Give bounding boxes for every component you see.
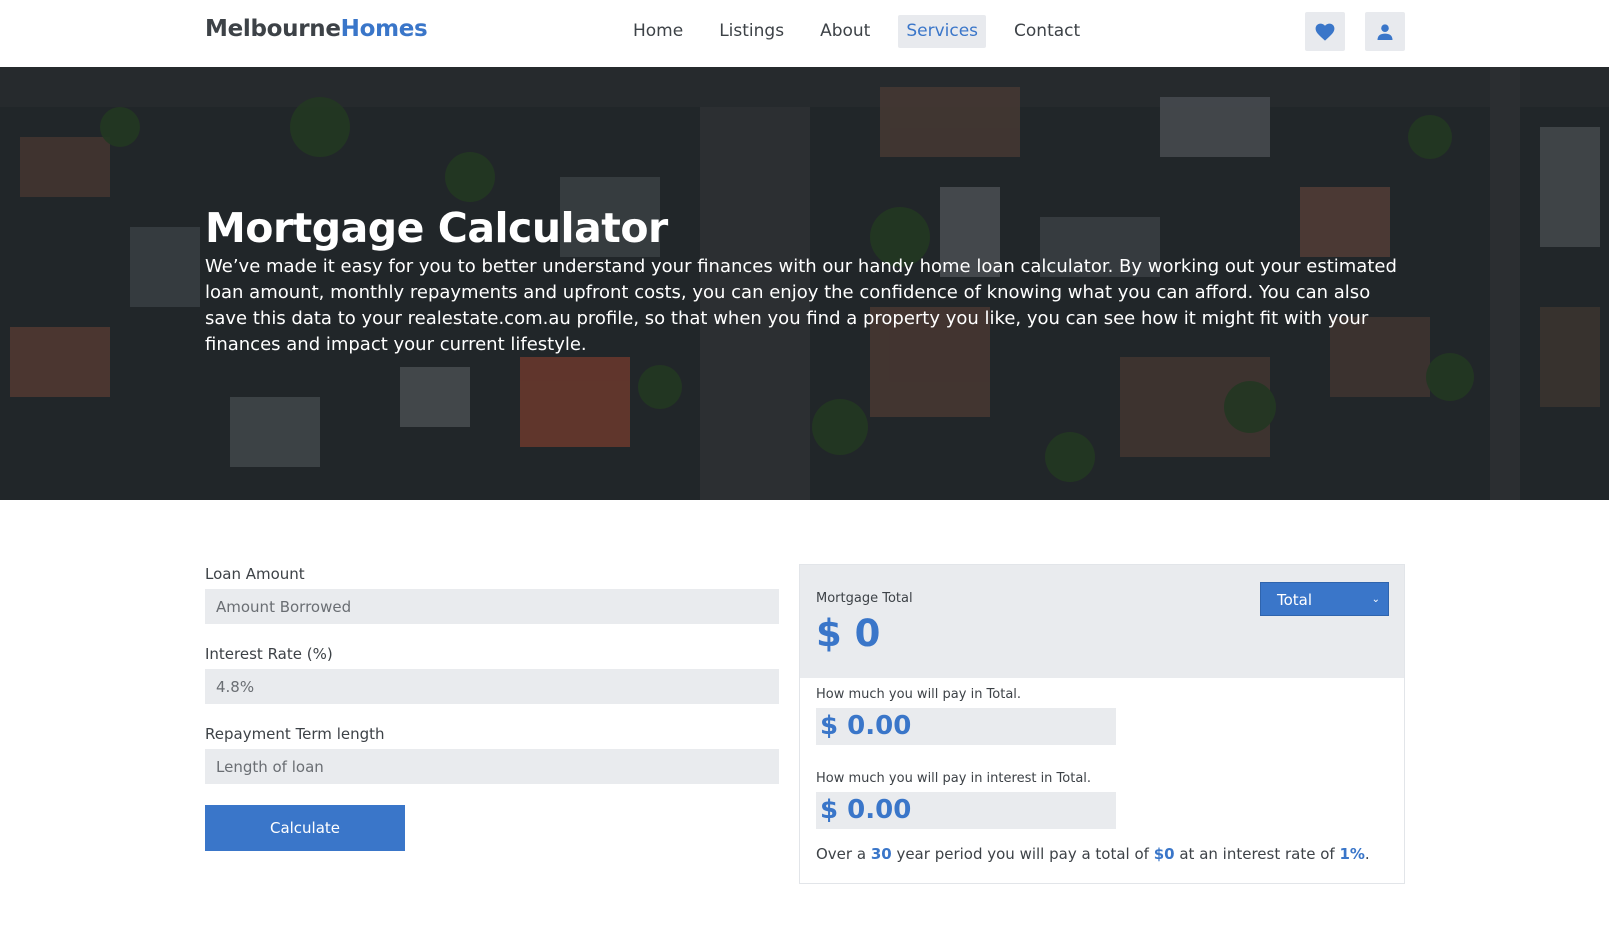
loan-amount-input[interactable] [205, 589, 779, 624]
summary-part2: year period you will pay a total of [891, 845, 1154, 863]
calculate-button[interactable]: Calculate [205, 805, 405, 851]
term-input[interactable] [205, 749, 779, 784]
summary-part4: . [1364, 845, 1370, 863]
nav-link-contact[interactable]: Contact [1006, 15, 1088, 48]
summary-part1: Over a [816, 845, 871, 863]
total-period-select-value: Total [1277, 591, 1313, 609]
mortgage-total-value: $ 0 [816, 612, 881, 655]
favorites-button[interactable] [1305, 12, 1345, 51]
summary-years: 30 [870, 845, 892, 863]
mortgage-total-label: Mortgage Total [816, 591, 913, 606]
main-nav: Home Listings About Services Contact [625, 15, 1088, 48]
results-card: Mortgage Total $ 0 Total ⌄ How much you … [799, 564, 1405, 884]
summary-part3: at an interest rate of [1174, 845, 1340, 863]
total-period-select[interactable]: Total ⌄ [1260, 582, 1389, 616]
term-label: Repayment Term length [205, 725, 385, 743]
page-title: Mortgage Calculator [205, 204, 668, 252]
mortgage-total-panel: Mortgage Total $ 0 Total ⌄ [800, 565, 1404, 678]
interest-rate-input[interactable] [205, 669, 779, 704]
loan-amount-label: Loan Amount [205, 565, 305, 583]
nav-link-home[interactable]: Home [625, 15, 691, 48]
navbar: MelbourneHomes Home Listings About Servi… [0, 0, 1609, 67]
nav-link-about[interactable]: About [812, 15, 878, 48]
interest-paid-value: $ 0.00 [816, 792, 1116, 829]
interest-rate-label: Interest Rate (%) [205, 645, 333, 663]
summary-amount: $0 [1153, 845, 1175, 863]
hero-banner: Mortgage Calculator We’ve made it easy f… [0, 67, 1609, 500]
user-icon [1377, 23, 1393, 40]
total-paid-label: How much you will pay in Total. [816, 687, 1022, 702]
nav-link-listings[interactable]: Listings [711, 15, 792, 48]
total-paid-value: $ 0.00 [816, 708, 1116, 745]
summary-rate: 1% [1339, 845, 1365, 863]
hero-description: We’ve made it easy for you to better und… [205, 256, 1397, 355]
brand-name-part1: Melbourne [205, 16, 341, 42]
brand-name-part2: Homes [340, 16, 428, 42]
chevron-down-icon: ⌄ [1371, 594, 1380, 605]
interest-paid-label: How much you will pay in interest in Tot… [816, 771, 1092, 786]
heart-icon [1315, 23, 1335, 41]
brand-logo[interactable]: MelbourneHomes [205, 16, 428, 42]
account-button[interactable] [1365, 12, 1405, 51]
nav-link-services[interactable]: Services [898, 15, 987, 48]
summary-text: Over a 30 year period you will pay a tot… [816, 845, 1370, 863]
